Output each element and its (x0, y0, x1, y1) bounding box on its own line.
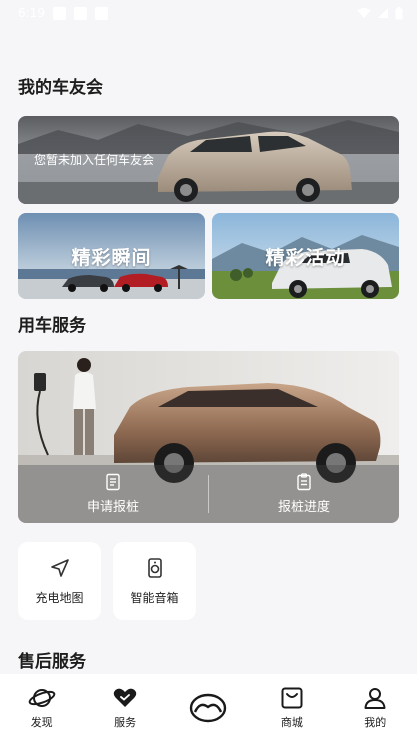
section-title-car-service: 用车服务 (18, 316, 86, 336)
tab-service-label: 服务 (114, 716, 137, 729)
status-right (357, 6, 403, 20)
charging-map-label: 充电地图 (35, 590, 84, 605)
bottom-tab-bar: 发现 服务 商城 我的 (0, 674, 417, 741)
charging-map-button[interactable]: 充电地图 (18, 542, 101, 620)
status-bar: 6:19 (0, 0, 417, 26)
apply-charger-button[interactable]: 申请报桩 (18, 465, 208, 523)
battery-icon (395, 6, 403, 19)
notification-icon (73, 6, 87, 20)
charger-progress-label: 报桩进度 (277, 500, 330, 515)
document-icon (106, 473, 120, 491)
signal-icon (378, 8, 388, 18)
charging-service-banner: 申请报桩 报桩进度 (18, 351, 399, 523)
tile-highlights[interactable]: 精彩瞬间 (18, 213, 205, 299)
tile-events[interactable]: 精彩活动 (212, 213, 399, 299)
planet-icon (28, 689, 56, 707)
smart-speaker-label: 智能音箱 (130, 590, 179, 605)
tab-profile-label: 我的 (364, 716, 387, 729)
heart-icon (113, 688, 137, 707)
charging-service-actions: 申请报桩 报桩进度 (18, 465, 399, 523)
notification-icon (52, 6, 66, 20)
car-club-banner[interactable]: 您暂未加入任何车友会 (18, 116, 399, 204)
speaker-icon (147, 557, 162, 578)
mall-icon (281, 687, 303, 709)
tab-profile[interactable]: 我的 (345, 685, 405, 730)
tab-service[interactable]: 服务 (95, 685, 155, 730)
profile-icon (364, 688, 386, 709)
mazda-logo-icon (190, 693, 227, 722)
section-title-after-sales: 售后服务 (18, 652, 86, 672)
apply-charger-label: 申请报桩 (86, 500, 139, 515)
wifi-icon (357, 8, 371, 18)
status-time: 6:19 (18, 6, 45, 20)
status-left: 6:19 (18, 6, 108, 20)
car-club-empty-text: 您暂未加入任何车友会 (34, 153, 155, 167)
tab-discover-label: 发现 (30, 716, 53, 729)
tab-home-brand[interactable] (178, 693, 238, 723)
tab-mall-label: 商城 (280, 716, 303, 729)
tab-mall[interactable]: 商城 (262, 685, 322, 730)
navigation-arrow-icon (50, 558, 69, 577)
tab-discover[interactable]: 发现 (12, 685, 72, 730)
tile-events-label: 精彩活动 (265, 247, 346, 269)
notification-icon (94, 6, 108, 20)
charger-progress-button[interactable]: 报桩进度 (209, 465, 399, 523)
tile-highlights-label: 精彩瞬间 (71, 247, 152, 269)
section-title-car-club: 我的车友会 (18, 78, 103, 98)
smart-speaker-button[interactable]: 智能音箱 (113, 542, 196, 620)
checklist-icon (297, 473, 311, 491)
